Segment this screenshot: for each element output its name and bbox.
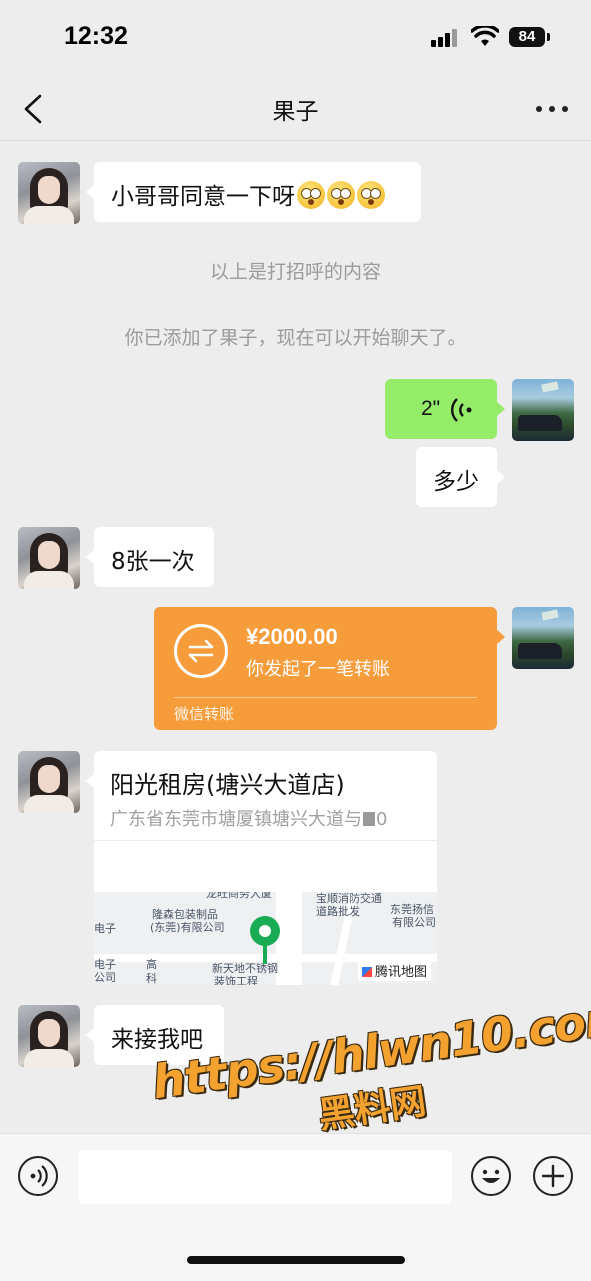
contact-avatar[interactable] <box>18 1005 80 1067</box>
map-label: 公司 <box>94 971 116 984</box>
plus-icon[interactable] <box>533 1156 573 1196</box>
flushed-emoji-icon <box>357 181 385 209</box>
chat-header: 果子 <box>0 78 591 141</box>
transfer-footer: 微信转账 <box>174 705 235 723</box>
map-pin-stem <box>263 944 267 964</box>
map-label: 电子 <box>94 958 116 971</box>
message-text: 多少 <box>433 469 479 495</box>
map-label: 新天地不锈钢 <box>212 962 278 975</box>
transfer-card[interactable]: ¥2000.00 你发起了一笔转账 微信转账 <box>154 607 505 730</box>
map-label: 龙旺商务大厦 <box>206 892 272 900</box>
contact-avatar[interactable] <box>18 162 80 224</box>
map-brand-logo: 腾讯地图 <box>357 960 431 981</box>
map-label: 科 <box>146 972 157 985</box>
battery-tip <box>547 33 550 41</box>
map-label: 宝顺消防交通 <box>316 892 382 905</box>
map-label: 有限公司 <box>392 916 436 929</box>
voice-wave-icon <box>451 398 472 422</box>
battery-icon: 84 <box>509 27 545 47</box>
location-address: 广东省东莞市塘厦镇塘兴大道与 0 <box>110 809 388 830</box>
flushed-emoji-icon <box>297 181 325 209</box>
voice-input-toggle-icon[interactable] <box>18 1156 58 1196</box>
contact-avatar[interactable] <box>18 527 80 589</box>
wifi-icon <box>471 26 499 46</box>
map-label: 电子 <box>94 922 116 935</box>
my-avatar[interactable] <box>512 379 574 441</box>
message-bubble-incoming[interactable]: 8张一次 <box>86 527 214 587</box>
cellular-signal-icon <box>431 29 461 47</box>
flushed-emoji-icon <box>327 181 355 209</box>
message-input[interactable] <box>78 1150 452 1204</box>
divider <box>94 840 437 841</box>
message-bubble-outgoing[interactable]: 多少 <box>416 447 505 507</box>
system-message: 你已添加了果子，现在可以开始聊天了。 <box>124 327 467 349</box>
map-label: 高 <box>146 958 157 971</box>
transfer-amount: ¥2000.00 <box>246 624 338 649</box>
transfer-exchange-icon <box>174 624 228 678</box>
system-message: 以上是打招呼的内容 <box>209 261 381 283</box>
location-title: 阳光租房(塘兴大道店) <box>110 771 345 799</box>
transfer-description: 你发起了一笔转账 <box>246 659 390 680</box>
map-pin-icon <box>250 916 280 946</box>
map-label: 隆森包装制品 <box>152 908 218 921</box>
chat-title: 果子 <box>272 99 319 125</box>
emoji-picker-icon[interactable] <box>471 1156 511 1196</box>
location-card[interactable]: 阳光租房(塘兴大道店) 广东省东莞市塘厦镇塘兴大道与 0 龙旺商务大厦 宝顺消防交… <box>94 751 437 985</box>
map-label: 道路批发 <box>316 905 360 918</box>
home-indicator[interactable] <box>187 1256 405 1264</box>
more-options-icon[interactable] <box>536 104 568 114</box>
voice-duration: 2" <box>421 397 441 420</box>
message-text: 小哥哥同意一下呀 <box>111 177 385 211</box>
contact-avatar[interactable] <box>18 751 80 813</box>
map-label: 东莞扬信 <box>390 903 434 916</box>
status-time: 12:32 <box>64 22 128 50</box>
message-text: 8张一次 <box>111 549 195 575</box>
voice-message-bubble[interactable]: 2" <box>385 379 505 439</box>
map-label: (东莞)有限公司 <box>150 921 225 934</box>
map-preview[interactable]: 龙旺商务大厦 宝顺消防交通 道路批发 隆森包装制品 (东莞)有限公司 东莞扬信 … <box>94 892 437 985</box>
status-bar: 12:32 84 <box>0 0 591 78</box>
map-label: 装饰工程 <box>214 975 258 985</box>
divider <box>174 697 477 698</box>
message-bubble-incoming[interactable]: 小哥哥同意一下呀 <box>86 162 421 222</box>
my-avatar[interactable] <box>512 607 574 669</box>
